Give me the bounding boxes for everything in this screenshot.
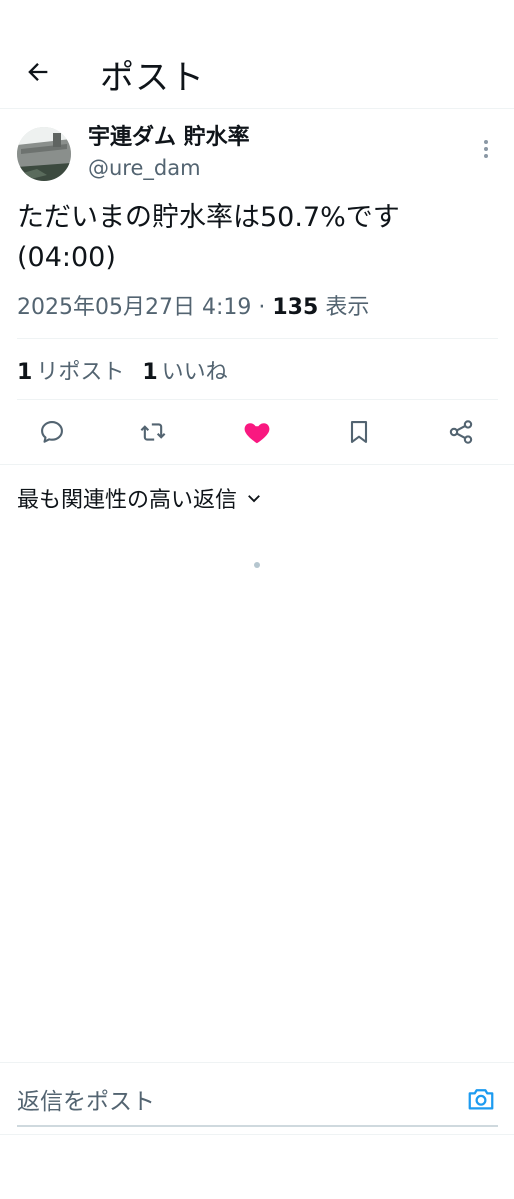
- like-button[interactable]: [237, 412, 277, 452]
- reposts-label: リポスト: [36, 360, 125, 385]
- camera-button[interactable]: [464, 1082, 498, 1116]
- more-vertical-icon: [484, 140, 488, 158]
- divider: [0, 464, 514, 465]
- divider: [17, 338, 498, 339]
- reply-button[interactable]: [32, 412, 72, 452]
- share-icon: [449, 420, 473, 444]
- bookmark-icon: [350, 421, 368, 443]
- divider: [0, 1062, 514, 1063]
- reply-input-underline: [17, 1125, 498, 1127]
- likes-count: 1: [142, 360, 158, 385]
- post-text: ただいまの貯水率は50.7%です (04:00): [17, 202, 400, 273]
- reposts-stat[interactable]: 1 リポスト: [17, 354, 124, 386]
- divider: [0, 1134, 514, 1135]
- post-timestamp[interactable]: 2025年05月27日 4:19: [17, 295, 251, 320]
- back-button[interactable]: [20, 54, 56, 90]
- views-label: 表示: [325, 295, 370, 320]
- action-bar: [0, 412, 514, 454]
- author-handle[interactable]: @ure_dam: [88, 156, 201, 180]
- chevron-down-icon: [248, 495, 260, 503]
- reposts-count: 1: [17, 360, 33, 385]
- author-display-name[interactable]: 宇連ダム 貯水率: [88, 119, 250, 151]
- post-meta: 2025年05月27日 4:19 · 135 表示: [17, 289, 369, 321]
- share-button[interactable]: [441, 412, 481, 452]
- repost-icon: [140, 423, 166, 441]
- arrow-left-icon: [28, 63, 48, 81]
- divider: [17, 399, 498, 400]
- views-count: 135: [272, 295, 319, 320]
- reply-sort-label: 最も関連性の高い返信: [17, 488, 238, 513]
- more-options-button[interactable]: [474, 136, 498, 162]
- top-app-bar: ポスト: [0, 0, 514, 109]
- bookmark-button[interactable]: [339, 412, 379, 452]
- meta-separator: ·: [258, 295, 266, 320]
- likes-stat[interactable]: 1 いいね: [142, 354, 227, 386]
- avatar[interactable]: [17, 127, 71, 181]
- post-stats: 1 リポスト 1 いいね: [17, 354, 228, 386]
- loading-indicator: [254, 562, 260, 568]
- comment-icon: [41, 421, 63, 443]
- likes-label: いいね: [161, 360, 228, 385]
- camera-icon: [468, 1089, 494, 1110]
- page-title: ポスト: [100, 58, 205, 98]
- reply-input[interactable]: 返信をポスト: [17, 1082, 155, 1116]
- repost-button[interactable]: [133, 412, 173, 452]
- heart-icon: [244, 423, 270, 444]
- reply-sort-dropdown[interactable]: 最も関連性の高い返信: [17, 482, 263, 514]
